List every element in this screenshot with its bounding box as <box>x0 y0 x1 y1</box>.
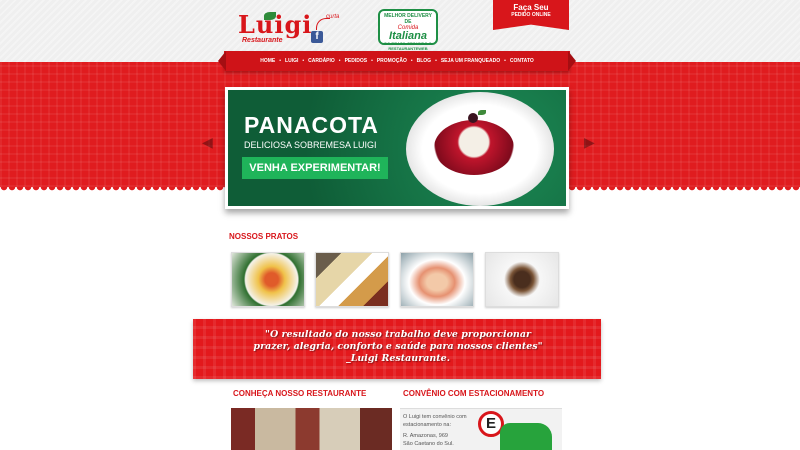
mint-leaf-image <box>478 110 486 115</box>
nav-item-franqueado[interactable]: SEJA UM FRANQUEADO <box>437 58 504 64</box>
dish-thumbnail[interactable] <box>485 252 559 307</box>
arrow-icon <box>316 18 330 30</box>
nav-item-blog[interactable]: BLOG <box>413 58 435 64</box>
dish-thumbnail[interactable] <box>231 252 305 307</box>
order-subtitle: PEDIDO ONLINE <box>511 12 551 18</box>
badge-bottom-text: DO BRASIL SEGUNDO O RESTAURANTEWEB <box>384 41 432 51</box>
nav-item-promocao[interactable]: PROMOÇÃO <box>373 58 411 64</box>
restaurant-photo[interactable] <box>231 408 392 450</box>
slide-title: PANACOTA <box>244 112 379 138</box>
restaurant-title: CONHEÇA NOSSO RESTAURANTE <box>233 389 367 398</box>
slide-subtitle: DELICIOSA SOBREMESA LUIGI <box>244 140 377 150</box>
quote-line: prazer, alegria, conforto e saúde para n… <box>253 341 543 352</box>
order-title: Faça Seu <box>513 3 549 12</box>
parking-line: São Caetano do Sul. <box>403 440 454 447</box>
quote-line: _Luigi Restaurante. <box>345 353 451 364</box>
parking-line: estacionamento na: <box>403 421 452 428</box>
nav-item-cardapio[interactable]: CARDÁPIO <box>304 58 339 64</box>
slider-next-arrow-icon[interactable]: ▶ <box>584 134 595 151</box>
hero-slider[interactable]: PANACOTA DELICIOSA SOBREMESA LUIGI VENHA… <box>225 87 569 209</box>
nav-item-pedidos[interactable]: PEDIDOS <box>341 58 372 64</box>
dishes-title: NOSSOS PRATOS <box>229 232 299 241</box>
quote-banner: "O resultado do nosso trabalho deve prop… <box>193 319 601 379</box>
panacota-image <box>434 120 514 175</box>
delivery-award-badge: MELHOR DELIVERY DE Comida Italiana DO BR… <box>378 9 438 51</box>
badge-main-text: Italiana <box>389 30 427 42</box>
facebook-icon[interactable]: f <box>311 31 323 43</box>
logo[interactable]: Luigi Restaurante <box>238 10 311 46</box>
quote-line: "O resultado do nosso trabalho deve prop… <box>265 329 531 340</box>
parking-text: O Luigi tem convênio com estacionamento … <box>403 414 483 448</box>
parking-line: R. Amazonas, 969 <box>403 433 448 439</box>
nav-item-home[interactable]: HOME <box>256 58 279 64</box>
parking-info: O Luigi tem convênio com estacionamento … <box>400 408 562 450</box>
main-nav: HOME • LUIGI • CARDÁPIO • PEDIDOS • PROM… <box>224 51 570 71</box>
slide-cta-button[interactable]: VENHA EXPERIMENTAR! <box>242 157 388 179</box>
parking-title: CONVÊNIO COM ESTACIONAMENTO <box>403 389 545 398</box>
slider-prev-arrow-icon[interactable]: ◀ <box>202 134 213 151</box>
quote-text: "O resultado do nosso trabalho deve prop… <box>233 329 563 365</box>
leaf-icon <box>264 12 276 20</box>
logo-subtitle: Restaurante <box>242 37 283 44</box>
parking-line: O Luigi tem convênio com <box>403 414 467 420</box>
dish-thumbnail[interactable] <box>400 252 474 307</box>
nav-item-contato[interactable]: CONTATO <box>506 58 538 64</box>
dish-thumbnail[interactable] <box>315 252 389 307</box>
berry-image <box>468 113 478 123</box>
nav-item-luigi[interactable]: LUIGI <box>281 58 302 64</box>
badge-top-text: MELHOR DELIVERY DE <box>384 13 432 25</box>
car-icon <box>500 423 552 450</box>
